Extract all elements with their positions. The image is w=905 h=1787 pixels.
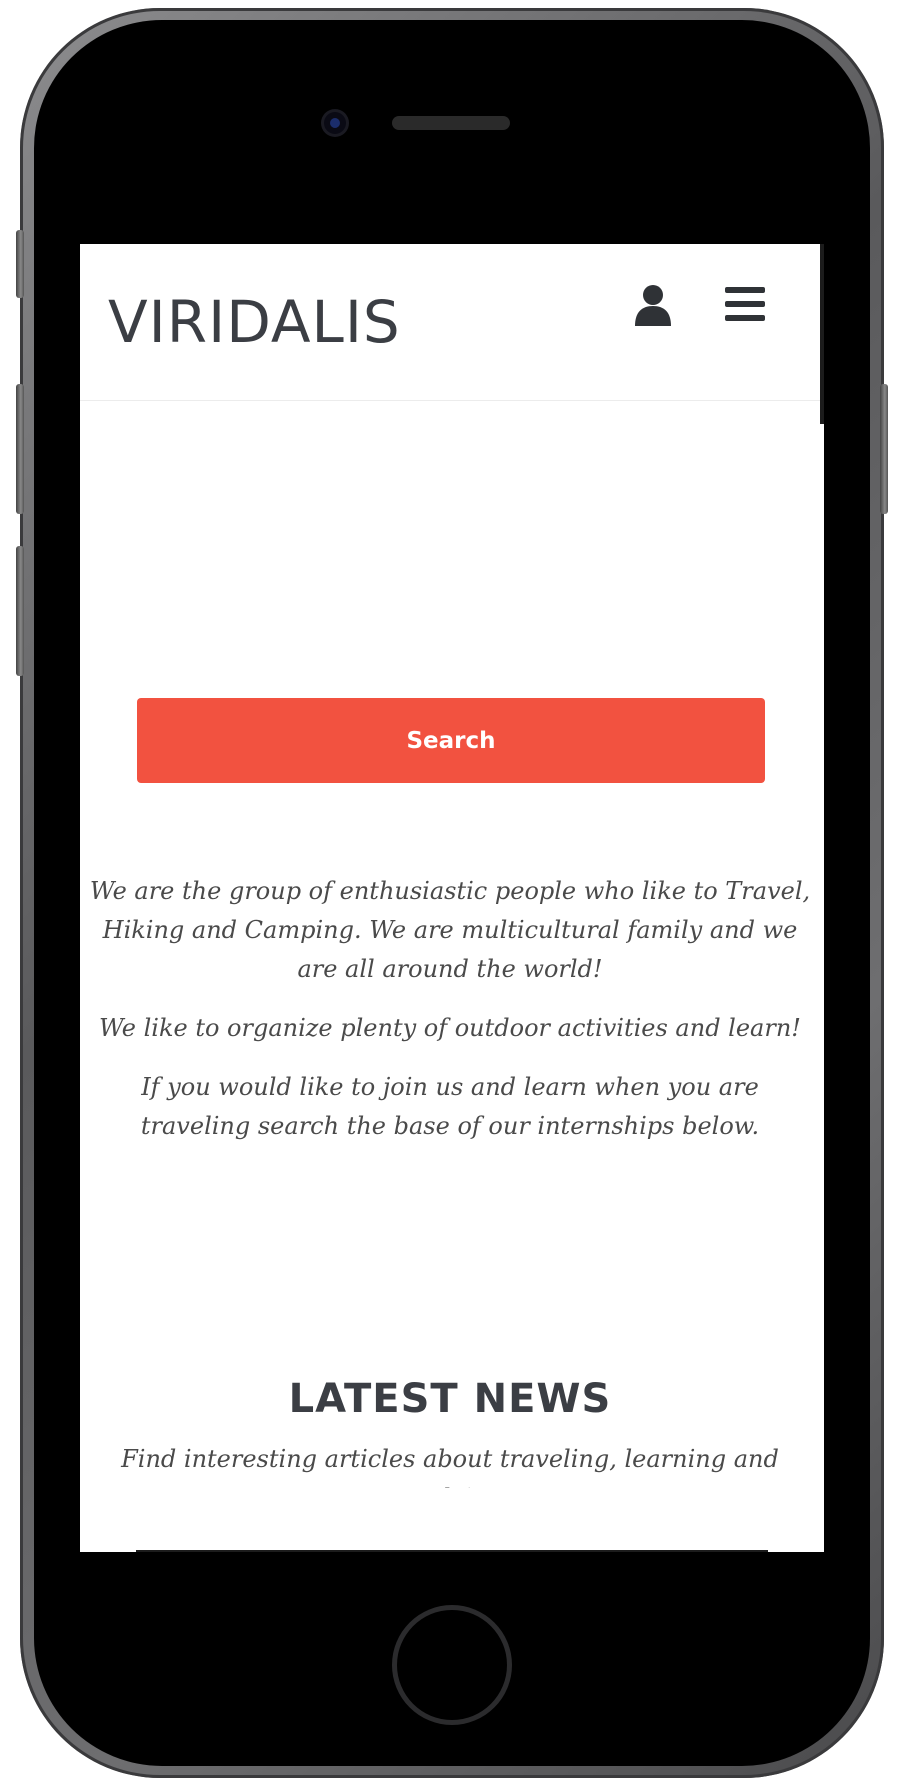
power-button [880, 384, 888, 514]
intro-paragraph: We are the group of enthusiastic people … [89, 877, 811, 983]
intro-paragraph: If you would like to join us and learn w… [140, 1073, 760, 1140]
latest-news-heading: LATEST NEWS [288, 1376, 612, 1422]
hamburger-menu-icon[interactable] [724, 286, 766, 322]
silent-switch [16, 230, 24, 298]
site-logo[interactable]: VIRIDALIS [108, 288, 401, 356]
intro-paragraph: We like to organize plenty of outdoor ac… [99, 1014, 801, 1042]
phone-screen: VIRIDALIS Search We are the group of ent… [80, 244, 824, 1552]
news-card[interactable] [136, 1550, 768, 1552]
front-camera [324, 112, 346, 134]
intro-text: We are the group of enthusiastic people … [80, 872, 820, 1166]
volume-up-button [16, 384, 24, 514]
latest-news-subtitle: Find interesting articles about travelin… [121, 1445, 779, 1488]
volume-down-button [16, 546, 24, 676]
search-button[interactable]: Search [137, 698, 765, 783]
user-icon[interactable] [633, 284, 673, 326]
home-button[interactable] [397, 1610, 507, 1720]
earpiece-speaker [392, 116, 510, 130]
site-header: VIRIDALIS [80, 244, 820, 401]
scrollbar[interactable] [820, 244, 824, 424]
